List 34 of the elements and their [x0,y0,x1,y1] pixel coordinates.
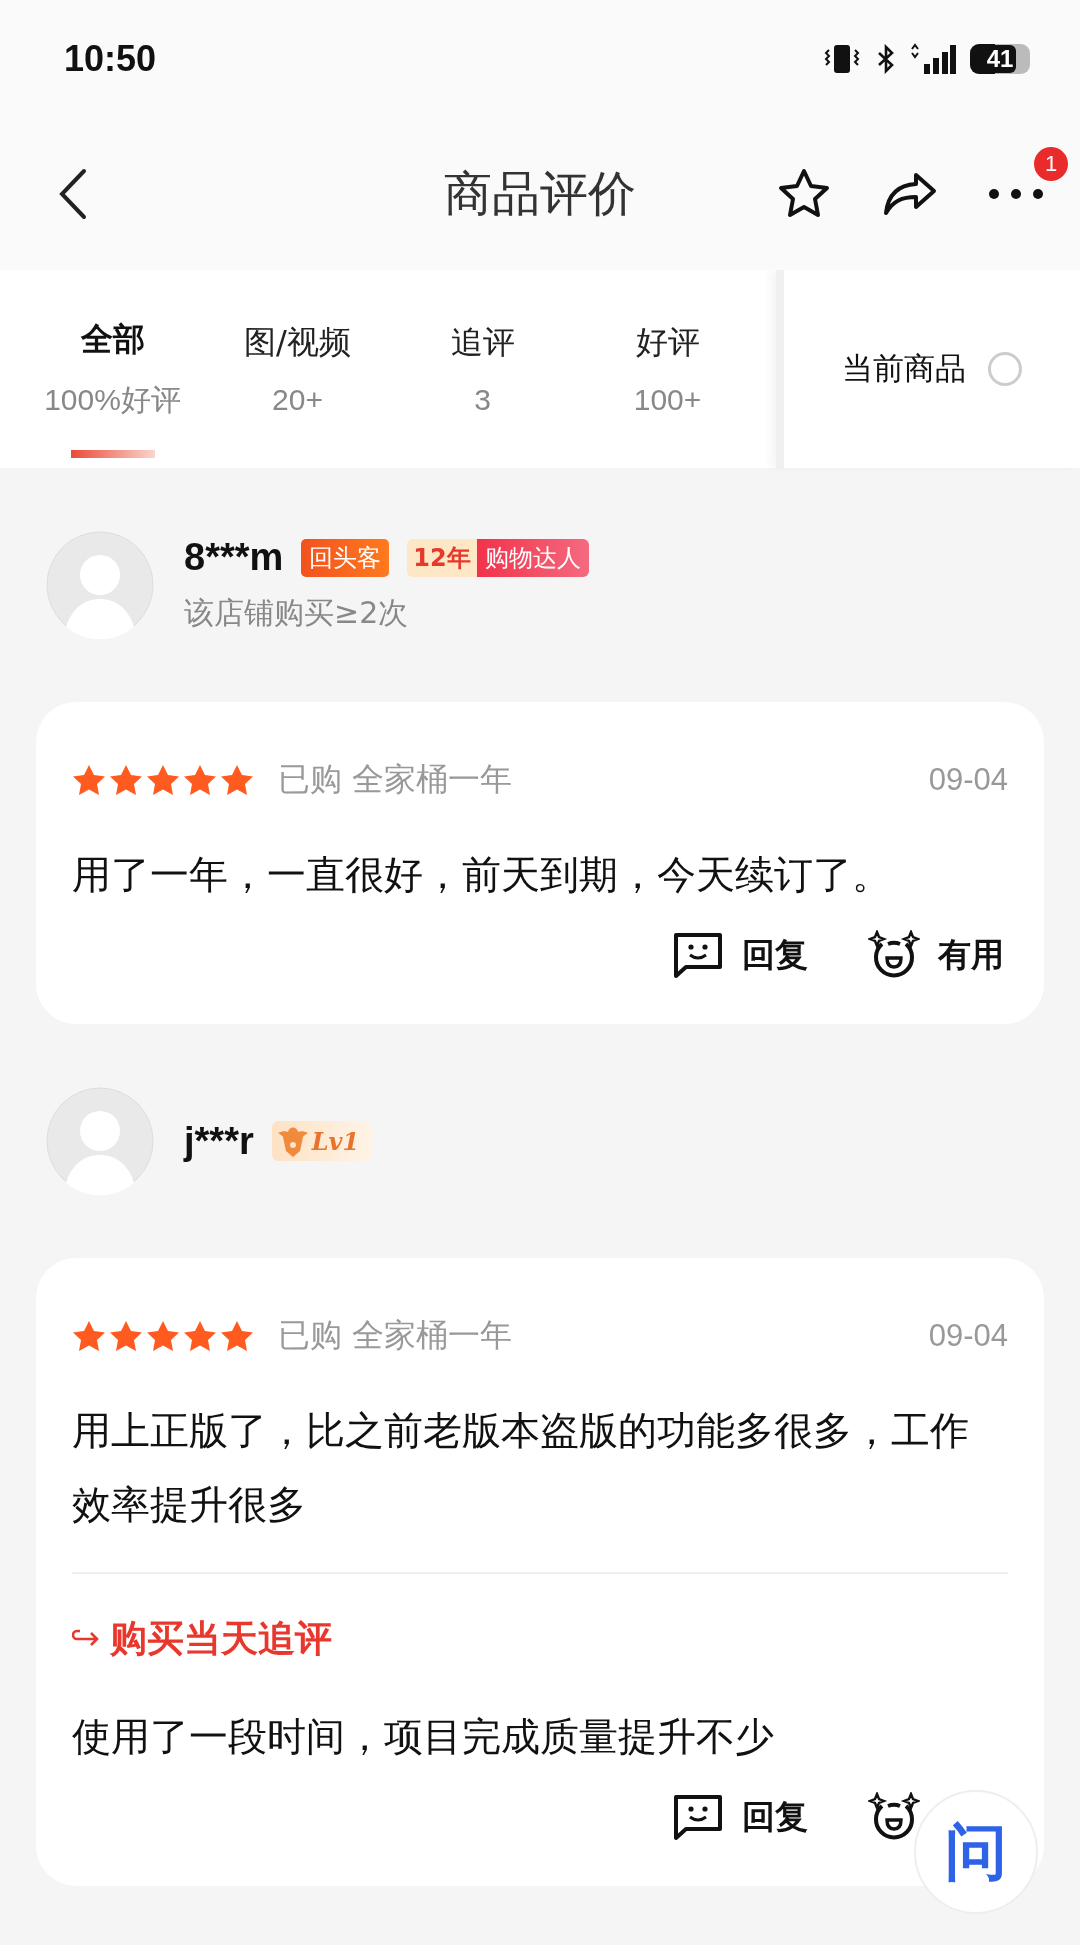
bluetooth-icon [876,44,896,74]
reply-button[interactable]: 回复 [742,1794,808,1840]
page-title: 商品评价 [444,164,636,223]
filter-label: 当前商品 [842,349,966,388]
purchased-variant: 已购 全家桶一年 [278,759,513,800]
review-text: 用了一年，一直很好，前天到期，今天续订了。 [72,851,892,899]
review-date: 09-04 [928,1318,1008,1354]
filter-tab[interactable]: 好评 100+ [575,270,760,468]
level-badge: Lv1 [271,1121,372,1161]
smile-icon[interactable] [868,1792,920,1842]
filter-tab[interactable]: 图/视频 20+ [205,270,390,468]
review-date: 09-04 [928,762,1008,798]
smile-icon[interactable] [868,930,920,980]
battery-icon: 41 [970,44,1030,74]
filter-tab[interactable]: 追评 3 [390,270,575,468]
vibrate-icon [822,42,862,76]
review-text: 用上正版了，比之前老版本盗版的功能多很多，工作效率提升很多 [72,1407,970,1529]
radio-button[interactable] [988,352,1022,386]
more-icon[interactable] [988,187,1044,200]
purchase-note: 该店铺购买≥2次 [184,594,410,632]
signal-icon [910,42,956,76]
user-name: 8***m [184,536,284,579]
notification-badge: 1 [1034,146,1068,181]
user-name: j***r [184,1119,254,1163]
customer-tag: 回头客 [301,538,390,577]
follow-up-text: 使用了一段时间，项目完成质量提升不少 [72,1713,775,1761]
reply-button[interactable]: 回复 [742,932,808,978]
status-time: 10:50 [64,38,157,80]
filter-tab[interactable]: 全部 100%好评 [20,270,205,468]
purchased-variant: 已购 全家桶一年 [278,1315,513,1356]
useful-button[interactable]: 有用 [938,932,1004,978]
comment-icon[interactable] [672,931,724,979]
comment-icon[interactable] [672,1793,724,1841]
follow-up-title: 购买当天追评 [110,1616,332,1662]
